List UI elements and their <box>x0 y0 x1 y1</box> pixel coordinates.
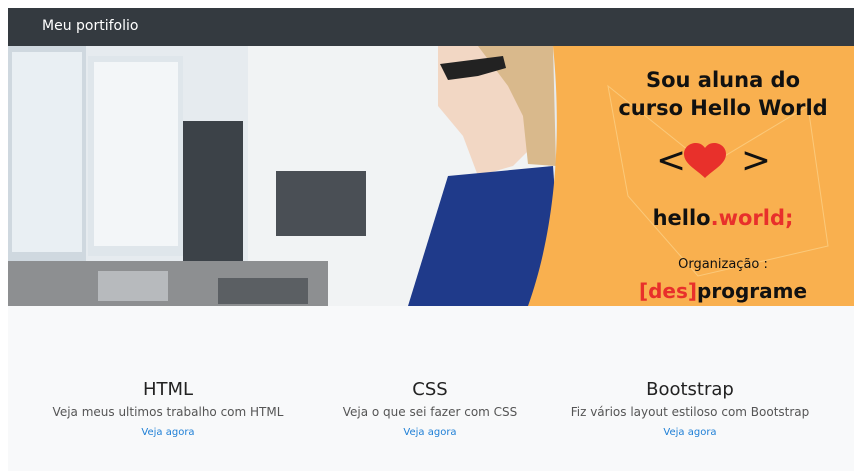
card-bootstrap: Bootstrap Fiz vários layout estiloso com… <box>560 378 820 440</box>
card-link-veja-agora[interactable]: Veja agora <box>141 426 194 440</box>
org-bracket-open: [ <box>638 279 649 303</box>
monitor-left-screen <box>12 52 82 252</box>
org-programe: programe <box>697 279 808 303</box>
cards-section: HTML Veja meus ultimos trabalho com HTML… <box>8 378 854 458</box>
card-html: HTML Veja meus ultimos trabalho com HTML… <box>38 378 298 440</box>
monitor-right <box>183 121 243 261</box>
angle-left-symbol: < <box>656 140 687 181</box>
monitor-center-screen <box>94 62 178 246</box>
navbar: Meu portifolio <box>8 8 854 46</box>
card-link-veja-agora[interactable]: Veja agora <box>663 426 716 440</box>
keyboard <box>98 271 168 301</box>
hero-headline: Sou aluna do curso Hello World <box>608 66 838 122</box>
semicolon-text: ; <box>785 206 794 230</box>
card-text: Veja o que sei fazer com CSS <box>342 405 518 419</box>
hero-code-symbols: < > <box>656 141 771 181</box>
card-link-veja-agora[interactable]: Veja agora <box>403 426 456 440</box>
hero-banner: Sou aluna do curso Hello World < > hello… <box>8 46 854 306</box>
card-text: Fiz vários layout estiloso com Bootstrap <box>570 405 810 419</box>
phone <box>218 278 308 304</box>
card-css: CSS Veja o que sei fazer com CSS Veja ag… <box>300 378 560 440</box>
navbar-brand-link[interactable]: Meu portifolio <box>42 18 138 34</box>
org-bracket-close: ] <box>687 279 698 303</box>
hello-text: hello <box>652 206 711 230</box>
org-des: des <box>648 279 688 303</box>
hello-dot: . <box>710 206 719 230</box>
card-title: Bootstrap <box>646 379 734 400</box>
card-title: HTML <box>142 379 194 400</box>
hero-line-1: Sou aluna do <box>645 68 801 92</box>
page: Meu portifolio Sou aluna do curso Hello … <box>0 0 854 471</box>
hero-org-logo: [des]programe <box>608 278 838 304</box>
hero-org-label: Organização : <box>678 257 768 272</box>
card-text: Veja meus ultimos trabalho com HTML <box>52 405 284 419</box>
hero-hello-world-logo: hello.world; <box>608 204 838 232</box>
content-area: Meu portifolio Sou aluna do curso Hello … <box>8 8 854 471</box>
angle-right-symbol: > <box>740 140 771 181</box>
card-title: CSS <box>412 379 448 400</box>
world-text: world <box>718 206 786 230</box>
printer <box>276 171 366 236</box>
hero-line-2: curso Hello World <box>618 96 828 120</box>
